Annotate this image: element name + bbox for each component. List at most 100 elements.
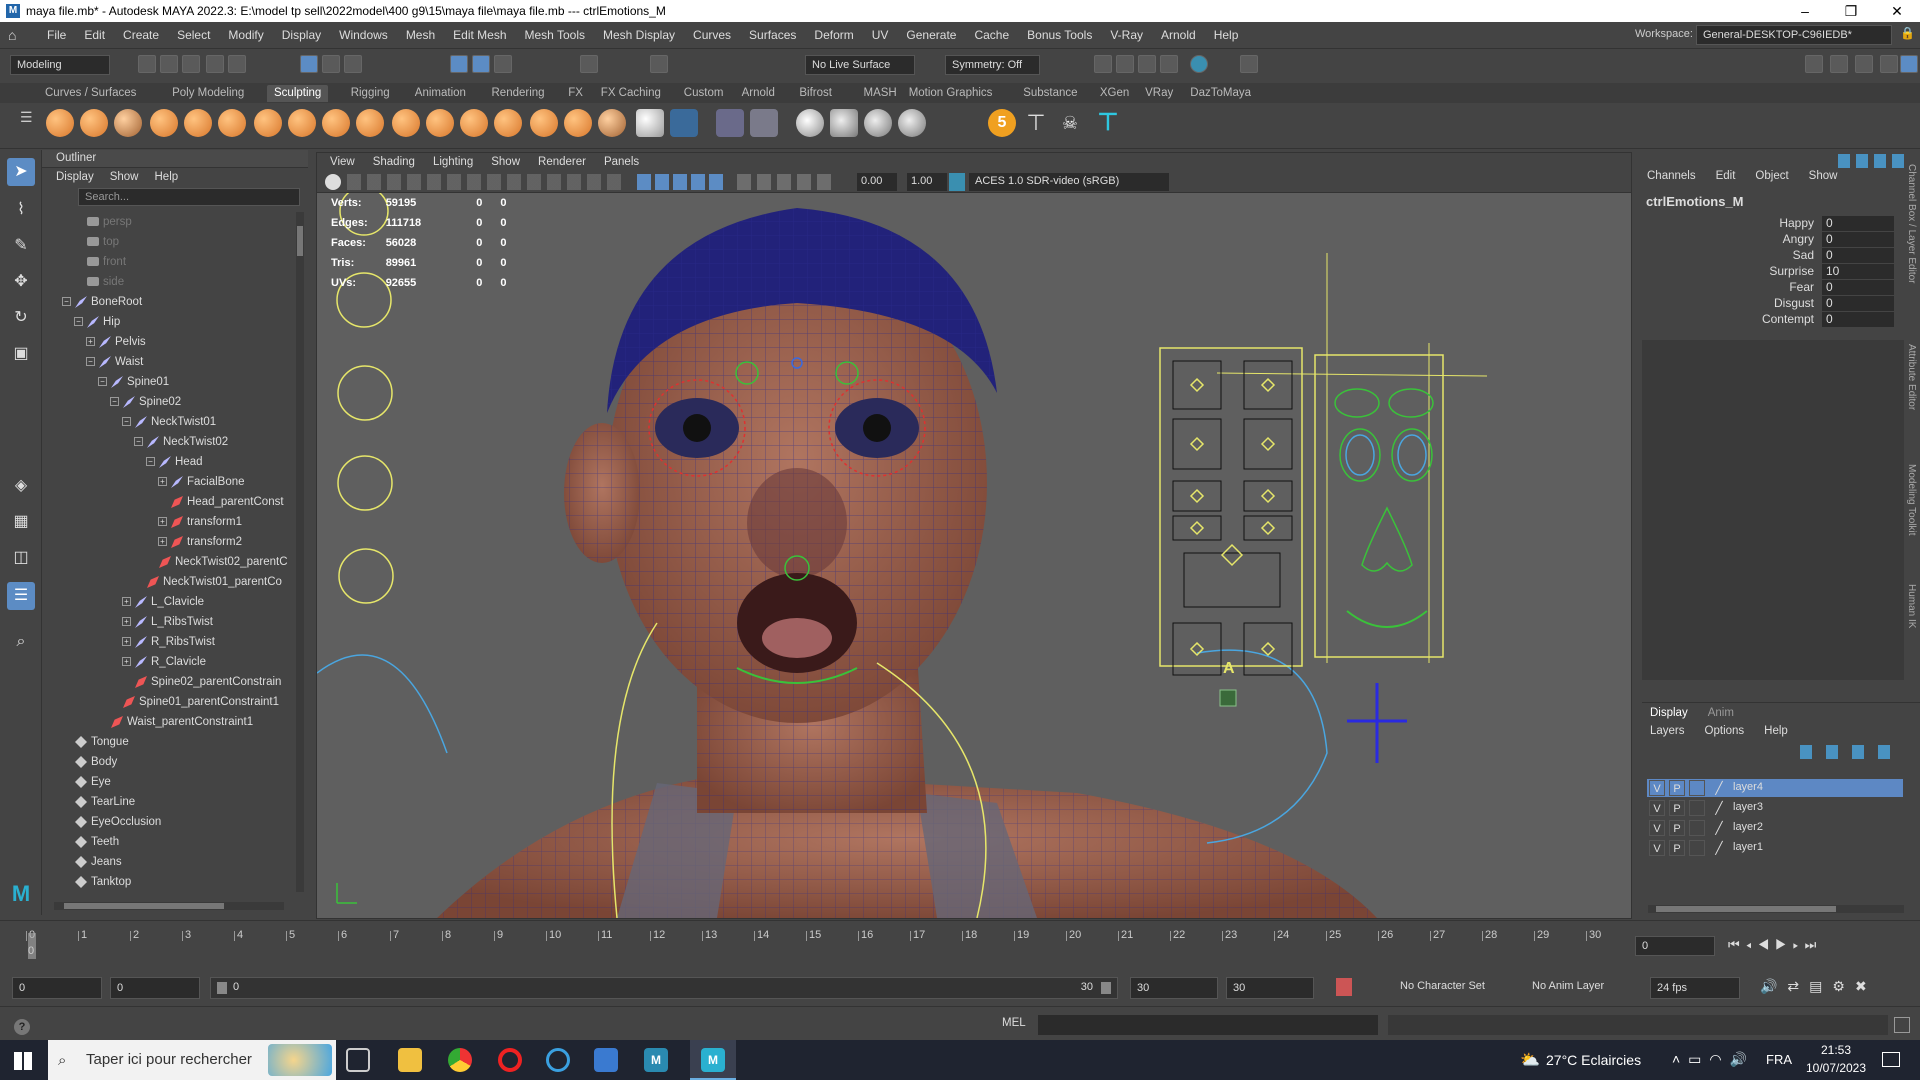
channel-value-field[interactable]: 0: [1822, 280, 1894, 295]
language-indicator[interactable]: FRA: [1766, 1052, 1792, 1067]
fill-tool-icon[interactable]: [460, 109, 488, 137]
shelf-tab-mash[interactable]: MASH: [857, 85, 904, 102]
layer-buttons-icons[interactable]: [1800, 745, 1900, 759]
shelf-tab-poly-modeling[interactable]: Poly Modeling: [165, 85, 251, 102]
layer-visibility-toggle[interactable]: V: [1649, 820, 1665, 836]
menu-select[interactable]: Select: [168, 28, 219, 42]
zoom-search-icon[interactable]: ⌕: [7, 628, 35, 656]
five-badge-icon[interactable]: 5: [988, 109, 1016, 137]
render-view-icon[interactable]: [1094, 55, 1112, 73]
t-pose-icon[interactable]: ⊤: [1022, 109, 1050, 137]
channel-value-field[interactable]: 0: [1822, 216, 1894, 231]
menu-uv[interactable]: UV: [863, 28, 898, 42]
layer-display-type-toggle[interactable]: [1689, 840, 1705, 856]
single-view-icon[interactable]: ◈: [7, 472, 35, 500]
select-object-icon[interactable]: [322, 55, 340, 73]
rotate-tool-icon[interactable]: ↻: [7, 304, 35, 332]
channel-box-menu-show[interactable]: Show: [1809, 170, 1838, 182]
outliner-item[interactable]: Spine01_parentConstraint1: [42, 692, 294, 712]
outliner-item[interactable]: + FacialBone: [42, 472, 294, 492]
outliner-scrollbar[interactable]: [296, 212, 304, 892]
auto-key-icon[interactable]: [1336, 978, 1352, 996]
history-icon[interactable]: [650, 55, 668, 73]
notification-icon[interactable]: [1882, 1052, 1900, 1067]
ipr-render-icon[interactable]: [1138, 55, 1156, 73]
outliner-item[interactable]: Teeth: [42, 832, 294, 852]
flatten-tool-icon[interactable]: [218, 109, 246, 137]
modeling-toolkit-icon[interactable]: [1805, 55, 1823, 73]
timeline-ticks[interactable]: 0123456789101112131415161718192021222324…: [26, 929, 1626, 959]
menu-create[interactable]: Create: [114, 28, 168, 42]
channel-row[interactable]: Contempt 0: [1642, 312, 1914, 328]
layer-visibility-toggle[interactable]: V: [1649, 800, 1665, 816]
layer-display-type-toggle[interactable]: [1689, 820, 1705, 836]
script-editor-icon[interactable]: [1894, 1017, 1910, 1033]
outliner-item[interactable]: − Spine01: [42, 372, 294, 392]
expand-toggle-icon[interactable]: −: [74, 317, 83, 327]
menu-mesh-tools[interactable]: Mesh Tools: [516, 28, 594, 42]
shelf-tab-daztomaya[interactable]: DazToMaya: [1183, 85, 1258, 102]
expand-toggle-icon[interactable]: −: [134, 437, 143, 447]
expand-toggle-icon[interactable]: +: [158, 537, 167, 547]
bulge-tool-icon[interactable]: [564, 109, 592, 137]
move-tool-icon[interactable]: ✥: [7, 268, 35, 296]
close-button[interactable]: ✕: [1874, 0, 1920, 22]
freeze-tool-icon[interactable]: [636, 109, 664, 137]
outliner-item[interactable]: + Pelvis: [42, 332, 294, 352]
outliner-item[interactable]: persp: [42, 212, 294, 232]
outliner-item[interactable]: Tongue: [42, 732, 294, 752]
outliner-item[interactable]: front: [42, 252, 294, 272]
channel-row[interactable]: Happy 0: [1642, 216, 1914, 232]
maya-active-taskbar-item[interactable]: M: [690, 1040, 736, 1080]
expand-toggle-icon[interactable]: +: [122, 597, 131, 607]
expand-toggle-icon[interactable]: +: [122, 637, 131, 647]
outliner-item[interactable]: + transform2: [42, 532, 294, 552]
layer-playback-toggle[interactable]: P: [1669, 820, 1685, 836]
pause-viewport-icon[interactable]: [1240, 55, 1258, 73]
smear-tool-icon[interactable]: [530, 109, 558, 137]
menu-windows[interactable]: Windows: [330, 28, 397, 42]
spray-tool-icon[interactable]: [288, 109, 316, 137]
shelf-tab-vray[interactable]: VRay: [1138, 85, 1180, 102]
grab-tool-icon[interactable]: [150, 109, 178, 137]
menu-edit-mesh[interactable]: Edit Mesh: [444, 28, 515, 42]
daz-import-icon[interactable]: [898, 109, 926, 137]
scrape-tool-icon[interactable]: [426, 109, 454, 137]
foamy-tool-icon[interactable]: [254, 109, 282, 137]
outliner-item[interactable]: Head_parentConst: [42, 492, 294, 512]
layer-menu-layers[interactable]: Layers: [1650, 725, 1685, 737]
layer-menu-options[interactable]: Options: [1705, 725, 1745, 737]
shading-mode-icons[interactable]: [637, 174, 727, 190]
shelf-tab-fx[interactable]: FX: [561, 85, 590, 102]
browser-icon[interactable]: [546, 1048, 570, 1072]
channel-row[interactable]: Angry 0: [1642, 232, 1914, 248]
channel-row[interactable]: Sad 0: [1642, 248, 1914, 264]
windows-start-icon[interactable]: [14, 1052, 32, 1070]
layer-row[interactable]: V P ╱ layer1: [1647, 839, 1903, 857]
outliner-menu-show[interactable]: Show: [110, 171, 139, 183]
expand-toggle-icon[interactable]: −: [86, 357, 95, 367]
outliner-item[interactable]: Jeans: [42, 852, 294, 872]
expand-toggle-icon[interactable]: +: [86, 337, 95, 347]
playback-options-icons[interactable]: 🔊⇄▤⚙✖: [1760, 978, 1877, 995]
knife-tool-icon[interactable]: [494, 109, 522, 137]
menu-display[interactable]: Display: [273, 28, 330, 42]
outliner-item[interactable]: + transform1: [42, 512, 294, 532]
snap-curve-icon[interactable]: [472, 55, 490, 73]
anim-end-field[interactable]: 30: [1226, 977, 1314, 999]
maximize-button[interactable]: ❐: [1828, 0, 1874, 22]
smooth-tool-icon[interactable]: [80, 109, 108, 137]
shelf-menu-icon[interactable]: ☰: [20, 109, 33, 126]
minimize-button[interactable]: –: [1782, 0, 1828, 22]
current-time-marker[interactable]: [28, 933, 36, 959]
outliner-item[interactable]: TearLine: [42, 792, 294, 812]
amplify-tool-icon[interactable]: [598, 109, 626, 137]
channel-box-menu-object[interactable]: Object: [1755, 170, 1788, 182]
channel-value-field[interactable]: 0: [1822, 232, 1894, 247]
outliner-search-input[interactable]: Search...: [78, 188, 300, 206]
outliner-item[interactable]: + R_RibsTwist: [42, 632, 294, 652]
colorspace-dropdown[interactable]: ACES 1.0 SDR-video (sRGB): [969, 173, 1169, 191]
expand-toggle-icon[interactable]: −: [110, 397, 119, 407]
layer-color-icon[interactable]: ╱: [1711, 800, 1727, 816]
outliner-item[interactable]: Tanktop: [42, 872, 294, 892]
